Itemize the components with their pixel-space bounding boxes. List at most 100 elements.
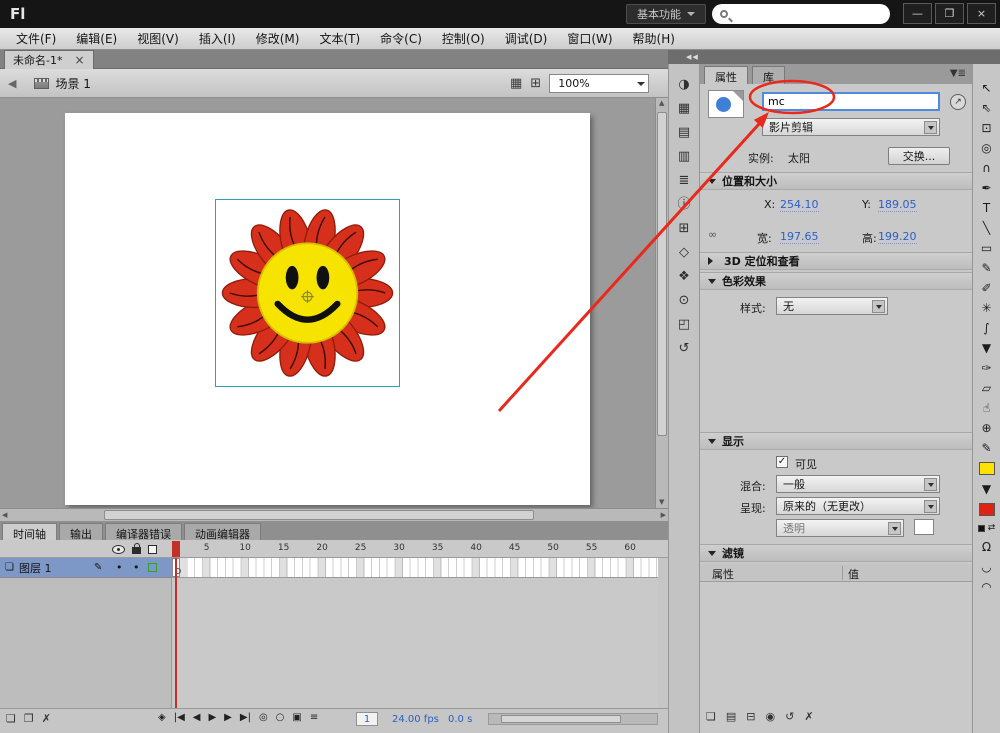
timeline-scrollbar[interactable] bbox=[488, 713, 658, 725]
alpha-select[interactable]: 透明 bbox=[776, 519, 904, 537]
color-panel-icon[interactable]: ◑ bbox=[678, 78, 689, 91]
restore-button[interactable]: ❐ bbox=[935, 3, 964, 24]
menu-control[interactable]: 控制(O) bbox=[432, 30, 495, 47]
pencil-tool[interactable]: ✎ bbox=[981, 262, 991, 274]
reset-filter-icon[interactable]: ↺ bbox=[785, 710, 794, 723]
selection-tool[interactable]: ↖ bbox=[981, 82, 991, 94]
style-select[interactable]: 无 bbox=[776, 297, 888, 315]
zoom-level-select[interactable]: 100% bbox=[549, 74, 650, 93]
instance-name-input[interactable] bbox=[762, 92, 940, 111]
lasso-tool[interactable]: ∩ bbox=[982, 162, 991, 174]
menu-text[interactable]: 文本(T) bbox=[309, 30, 370, 47]
layer-frames-track[interactable] bbox=[172, 558, 658, 578]
enable-filter-icon[interactable]: ◉ bbox=[766, 710, 776, 723]
lock-layers-icon[interactable] bbox=[132, 543, 141, 554]
filter-clipboard-icon[interactable]: ⊟ bbox=[746, 710, 755, 723]
menu-help[interactable]: 帮助(H) bbox=[623, 30, 685, 47]
bone-tool[interactable]: ∫ bbox=[983, 322, 989, 334]
stage[interactable] bbox=[0, 98, 655, 508]
background-color-swatch[interactable] bbox=[914, 519, 934, 535]
current-frame-field[interactable]: 1 bbox=[356, 712, 378, 726]
search-input[interactable] bbox=[733, 7, 882, 21]
horizontal-scroll-thumb[interactable] bbox=[104, 510, 534, 520]
section-3d-position[interactable]: 3D 定位和查看 bbox=[700, 252, 972, 270]
project-panel-icon[interactable]: ▥ bbox=[678, 150, 690, 163]
menu-insert[interactable]: 插入(I) bbox=[189, 30, 246, 47]
layer-visibility-dot[interactable]: • bbox=[116, 561, 123, 574]
onion-skin-button[interactable]: ◎ bbox=[259, 712, 268, 723]
layer-row[interactable]: ❏ 图层 1 ✎ • • bbox=[0, 558, 172, 578]
transform-panel-icon[interactable]: ◇ bbox=[679, 246, 689, 259]
fill-color-swatch[interactable] bbox=[978, 503, 995, 516]
free-transform-tool[interactable]: ⊡ bbox=[981, 122, 991, 134]
render-select[interactable]: 原来的（无更改） bbox=[776, 497, 940, 515]
straighten-option-icon[interactable]: ◠ bbox=[981, 581, 991, 593]
tab-compiler-errors[interactable]: 编译器错误 bbox=[105, 523, 182, 541]
edit-multiple-frames-button[interactable]: ▣ bbox=[292, 712, 301, 723]
playhead[interactable] bbox=[172, 541, 180, 557]
swap-button[interactable]: 交换... bbox=[888, 147, 950, 165]
flower-instance[interactable] bbox=[217, 201, 398, 385]
rectangle-tool[interactable]: ▭ bbox=[981, 242, 992, 254]
black-white-icon[interactable] bbox=[977, 525, 985, 532]
blend-select[interactable]: 一般 bbox=[776, 475, 940, 493]
history-panel-icon[interactable]: ↺ bbox=[679, 342, 690, 355]
layer-lock-dot[interactable]: • bbox=[133, 561, 140, 574]
align-panel-icon[interactable]: ⊞ bbox=[679, 222, 690, 235]
actions-panel-icon[interactable]: ≣ bbox=[679, 174, 690, 187]
lock-aspect-ratio-icon[interactable]: ∞ bbox=[708, 228, 717, 241]
y-value[interactable]: 189.05 bbox=[878, 198, 917, 212]
snap-magnet-icon[interactable]: Ω bbox=[982, 541, 991, 553]
scroll-down-icon[interactable]: ▼ bbox=[659, 499, 664, 506]
prev-frame-button[interactable]: ◀ bbox=[193, 712, 201, 723]
last-frame-button[interactable]: ▶| bbox=[240, 712, 251, 723]
symbol-behavior-select[interactable]: 影片剪辑 bbox=[762, 118, 940, 136]
section-position-size[interactable]: 位置和大小 bbox=[700, 172, 972, 190]
scroll-right-icon[interactable]: ▶ bbox=[661, 512, 666, 519]
layer-outline-color-swatch[interactable] bbox=[148, 563, 157, 572]
center-frame-button[interactable]: ◈ bbox=[158, 712, 166, 723]
panel-menu-icon[interactable]: ▼≣ bbox=[950, 68, 966, 79]
timeline-scroll-thumb[interactable] bbox=[501, 715, 621, 723]
delete-layer-button[interactable]: ✗ bbox=[42, 712, 51, 725]
width-value[interactable]: 197.65 bbox=[780, 230, 819, 244]
hand-tool[interactable]: ☝ bbox=[983, 402, 990, 414]
first-frame-button[interactable]: |◀ bbox=[174, 712, 185, 723]
menu-file[interactable]: 文件(F) bbox=[6, 30, 66, 47]
play-button[interactable]: ▶ bbox=[208, 712, 216, 723]
new-folder-button[interactable]: ❐ bbox=[24, 712, 34, 725]
zoom-tool[interactable]: ⊕ bbox=[981, 422, 991, 434]
onion-skin-outlines-button[interactable]: ○ bbox=[276, 712, 285, 723]
new-layer-button[interactable]: ❏ bbox=[6, 712, 16, 725]
minimize-button[interactable]: — bbox=[903, 3, 932, 24]
menu-edit[interactable]: 编辑(E) bbox=[66, 30, 127, 47]
text-tool[interactable]: T bbox=[983, 202, 990, 214]
scene-breadcrumb[interactable]: 场景 1 bbox=[34, 75, 91, 92]
smooth-option-icon[interactable]: ◡ bbox=[981, 561, 991, 573]
close-tab-icon[interactable]: × bbox=[74, 54, 84, 66]
edit-scene-icon[interactable]: ▦ bbox=[510, 76, 522, 91]
motion-presets-panel-icon[interactable]: ▤ bbox=[678, 126, 690, 139]
line-tool[interactable]: ╲ bbox=[983, 222, 990, 234]
visible-checkbox[interactable]: ✓ bbox=[776, 456, 788, 468]
menu-modify[interactable]: 修改(M) bbox=[246, 30, 310, 47]
instance-options-icon[interactable]: ↗ bbox=[950, 94, 966, 110]
modify-markers-button[interactable]: ≡ bbox=[310, 712, 318, 723]
edit-symbol-icon[interactable]: ⊞ bbox=[530, 76, 541, 91]
vertical-scrollbar[interactable]: ▲ ▼ bbox=[655, 98, 668, 508]
add-filter-icon[interactable]: ❏ bbox=[706, 710, 716, 723]
tab-properties[interactable]: 属性 bbox=[704, 66, 748, 84]
document-tab[interactable]: 未命名-1* × bbox=[4, 50, 94, 69]
tab-timeline[interactable]: 时间轴 bbox=[2, 523, 57, 541]
horizontal-scrollbar[interactable]: ◀ ▶ bbox=[0, 508, 668, 521]
scroll-left-icon[interactable]: ◀ bbox=[2, 512, 7, 519]
info-panel-icon[interactable]: ⓘ bbox=[677, 198, 690, 211]
layer-name[interactable]: 图层 1 bbox=[19, 560, 52, 576]
stroke-color-swatch[interactable] bbox=[978, 462, 995, 475]
search-box[interactable] bbox=[712, 4, 890, 24]
x-value[interactable]: 254.10 bbox=[780, 198, 819, 212]
outline-layers-icon[interactable] bbox=[148, 544, 157, 554]
menu-debug[interactable]: 调试(D) bbox=[495, 30, 558, 47]
vertical-scroll-thumb[interactable] bbox=[657, 112, 667, 436]
workspace-switcher-button[interactable]: 基本功能 bbox=[626, 4, 706, 24]
